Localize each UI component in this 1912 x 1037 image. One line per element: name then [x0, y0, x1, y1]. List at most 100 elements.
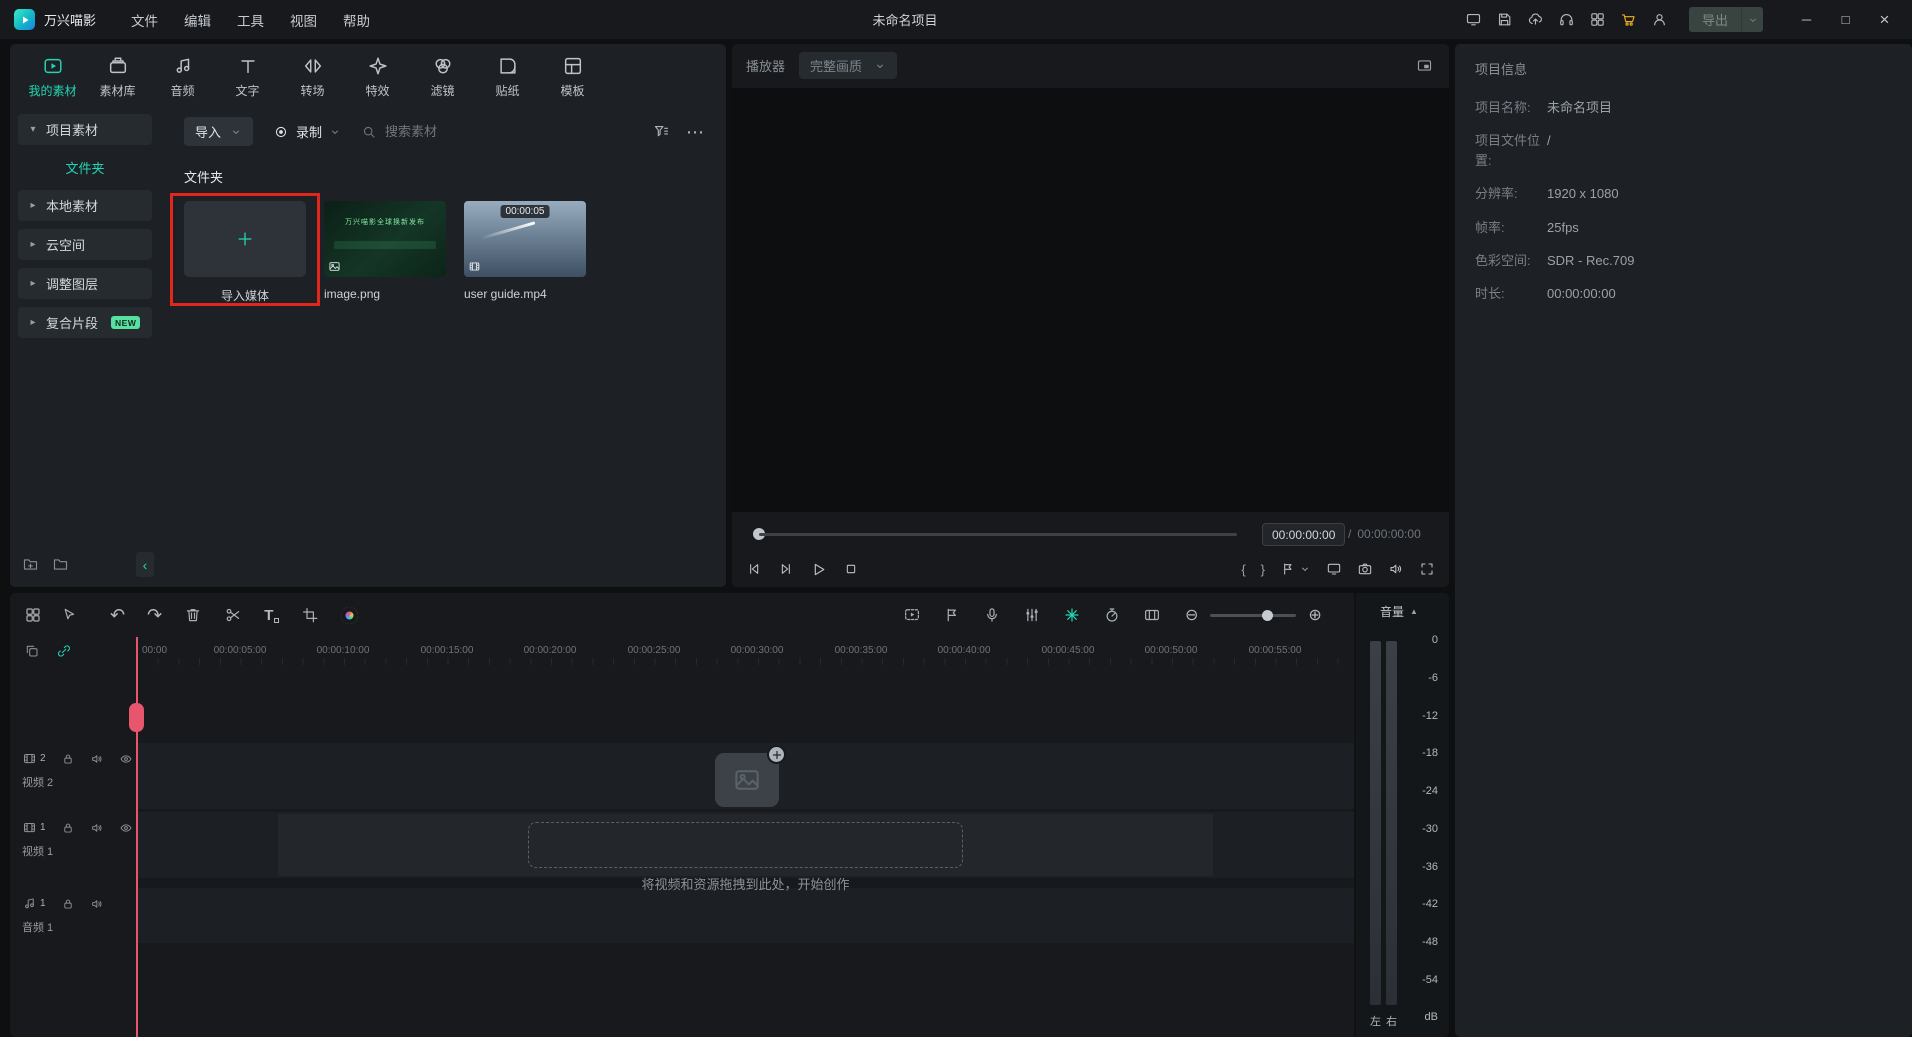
hide-track-icon[interactable]: [119, 821, 133, 835]
sidebar-item-local-media[interactable]: ▸本地素材: [18, 190, 152, 221]
lock-track-icon[interactable]: [61, 752, 75, 766]
save-icon[interactable]: [1489, 0, 1520, 39]
apps-grid-icon[interactable]: [1582, 0, 1613, 39]
export-chevron-icon[interactable]: [1741, 7, 1763, 32]
lock-track-icon[interactable]: [61, 821, 75, 835]
folder-icon[interactable]: [52, 556, 69, 573]
marker-button[interactable]: [1280, 561, 1311, 577]
timeline-dropzone[interactable]: [528, 822, 963, 868]
tab-my-media[interactable]: 我的素材: [20, 51, 85, 102]
account-icon[interactable]: [1644, 0, 1675, 39]
maximize-button[interactable]: □: [1826, 0, 1865, 39]
media-item-image[interactable]: 万兴喵影全球换新发布 image.png: [324, 201, 446, 301]
sidebar-item-adjustment-layer[interactable]: ▸调整图层: [18, 268, 152, 299]
zoom-out-button[interactable]: ⊖: [1185, 605, 1198, 625]
mute-track-icon[interactable]: [90, 752, 104, 766]
export-frame-icon[interactable]: [1143, 606, 1161, 624]
track-lane-audio-1[interactable]: [137, 888, 1354, 943]
record-button[interactable]: 录制: [273, 122, 341, 141]
zoom-slider[interactable]: [1210, 614, 1296, 617]
lock-track-icon[interactable]: [61, 897, 75, 911]
menu-tools[interactable]: 工具: [224, 5, 277, 35]
previous-frame-button[interactable]: [746, 561, 762, 577]
export-button[interactable]: 导出: [1689, 7, 1763, 32]
menu-view[interactable]: 视图: [277, 5, 330, 35]
menu-help[interactable]: 帮助: [330, 5, 383, 35]
redo-button[interactable]: ↷: [147, 606, 162, 624]
tab-transitions[interactable]: 转场: [280, 51, 345, 102]
sidebar-item-cloud-space[interactable]: ▸云空间: [18, 229, 152, 260]
split-scissors-button[interactable]: [224, 606, 242, 624]
filter-icon[interactable]: [653, 123, 670, 140]
cloud-upload-icon[interactable]: [1520, 0, 1551, 39]
sidebar-item-project-media[interactable]: ▾项目素材: [18, 114, 152, 145]
speed-icon[interactable]: [1103, 606, 1121, 624]
info-row: 帧率:25fps: [1455, 218, 1912, 238]
search-input[interactable]: [385, 124, 495, 139]
display-settings-icon[interactable]: [1458, 0, 1489, 39]
menu-file[interactable]: 文件: [118, 5, 171, 35]
tab-templates[interactable]: 模板: [540, 51, 605, 102]
mute-icon[interactable]: [1388, 561, 1404, 577]
minimize-button[interactable]: ─: [1787, 0, 1826, 39]
playhead-handle[interactable]: [129, 703, 144, 732]
fullscreen-icon[interactable]: [1419, 561, 1435, 577]
delete-button[interactable]: [184, 606, 202, 624]
marker-icon[interactable]: [943, 606, 961, 624]
display-mode-icon[interactable]: [1326, 561, 1342, 577]
zoom-in-button[interactable]: ⊕: [1308, 605, 1321, 625]
tab-effects[interactable]: 特效: [345, 51, 410, 102]
new-folder-icon[interactable]: [22, 556, 39, 573]
tab-stock-media[interactable]: 素材库: [85, 51, 150, 102]
render-preview-icon[interactable]: [903, 606, 921, 624]
tab-audio[interactable]: 音频: [150, 51, 215, 102]
compare-view-icon[interactable]: [1416, 57, 1433, 74]
tab-stickers[interactable]: 贴纸: [475, 51, 540, 102]
mute-track-icon[interactable]: [90, 821, 104, 835]
preview-viewport[interactable]: [732, 88, 1449, 512]
video-thumbnail[interactable]: 00:00:05: [464, 201, 586, 277]
color-correction-button[interactable]: [341, 607, 358, 624]
volume-meter-header[interactable]: 音量 ▲: [1356, 593, 1449, 620]
audio-mixer-icon[interactable]: [1023, 606, 1041, 624]
zoom-slider-knob[interactable]: [1262, 610, 1273, 621]
quick-text-button[interactable]: T: [264, 607, 279, 624]
image-thumbnail[interactable]: 万兴喵影全球换新发布: [324, 201, 446, 277]
mute-track-icon[interactable]: [90, 897, 104, 911]
voiceover-mic-icon[interactable]: [983, 606, 1001, 624]
snapshot-icon[interactable]: [1357, 561, 1373, 577]
select-tool-icon[interactable]: [60, 606, 78, 624]
import-button[interactable]: 导入: [184, 117, 253, 146]
copy-clip-icon[interactable]: [24, 643, 40, 659]
next-frame-button[interactable]: [778, 561, 794, 577]
close-button[interactable]: ×: [1865, 0, 1904, 39]
manage-tracks-icon[interactable]: [24, 606, 42, 624]
sidebar-item-folder-selected[interactable]: 文件夹: [18, 153, 152, 182]
tab-text[interactable]: 文字: [215, 51, 280, 102]
link-clips-icon[interactable]: [56, 643, 72, 659]
tab-filters[interactable]: 滤镜: [410, 51, 475, 102]
support-headset-icon[interactable]: [1551, 0, 1582, 39]
store-cart-icon[interactable]: [1613, 0, 1644, 39]
play-button[interactable]: [810, 561, 827, 578]
info-value: SDR - Rec.709: [1547, 251, 1634, 271]
menu-edit[interactable]: 编辑: [171, 5, 224, 35]
hide-track-icon[interactable]: [119, 752, 133, 766]
stop-button[interactable]: [843, 561, 859, 577]
sidebar-item-compound-clip[interactable]: ▸复合片段NEW: [18, 307, 152, 338]
keyframe-icon[interactable]: [1063, 606, 1081, 624]
mark-out-button[interactable]: }: [1261, 562, 1265, 577]
undo-button[interactable]: ↶: [110, 606, 125, 624]
player-label[interactable]: 播放器: [746, 56, 785, 75]
media-item-video[interactable]: 00:00:05 user guide.mp4: [464, 201, 586, 301]
more-options-icon[interactable]: ⋯: [686, 123, 704, 141]
mark-in-button[interactable]: {: [1241, 562, 1245, 577]
search-box[interactable]: [361, 124, 495, 140]
collapse-sidebar-button[interactable]: ‹: [136, 552, 154, 577]
timeline-ruler[interactable]: 00:00 00:00:05:00 00:00:10:00 00:00:15:0…: [10, 637, 1354, 665]
seek-bar[interactable]: [759, 533, 1237, 536]
import-media-tile[interactable]: 导入媒体: [184, 201, 306, 304]
quality-selector[interactable]: 完整画质: [799, 52, 897, 79]
crop-button[interactable]: [301, 606, 319, 624]
import-media-droptarget[interactable]: [184, 201, 306, 277]
